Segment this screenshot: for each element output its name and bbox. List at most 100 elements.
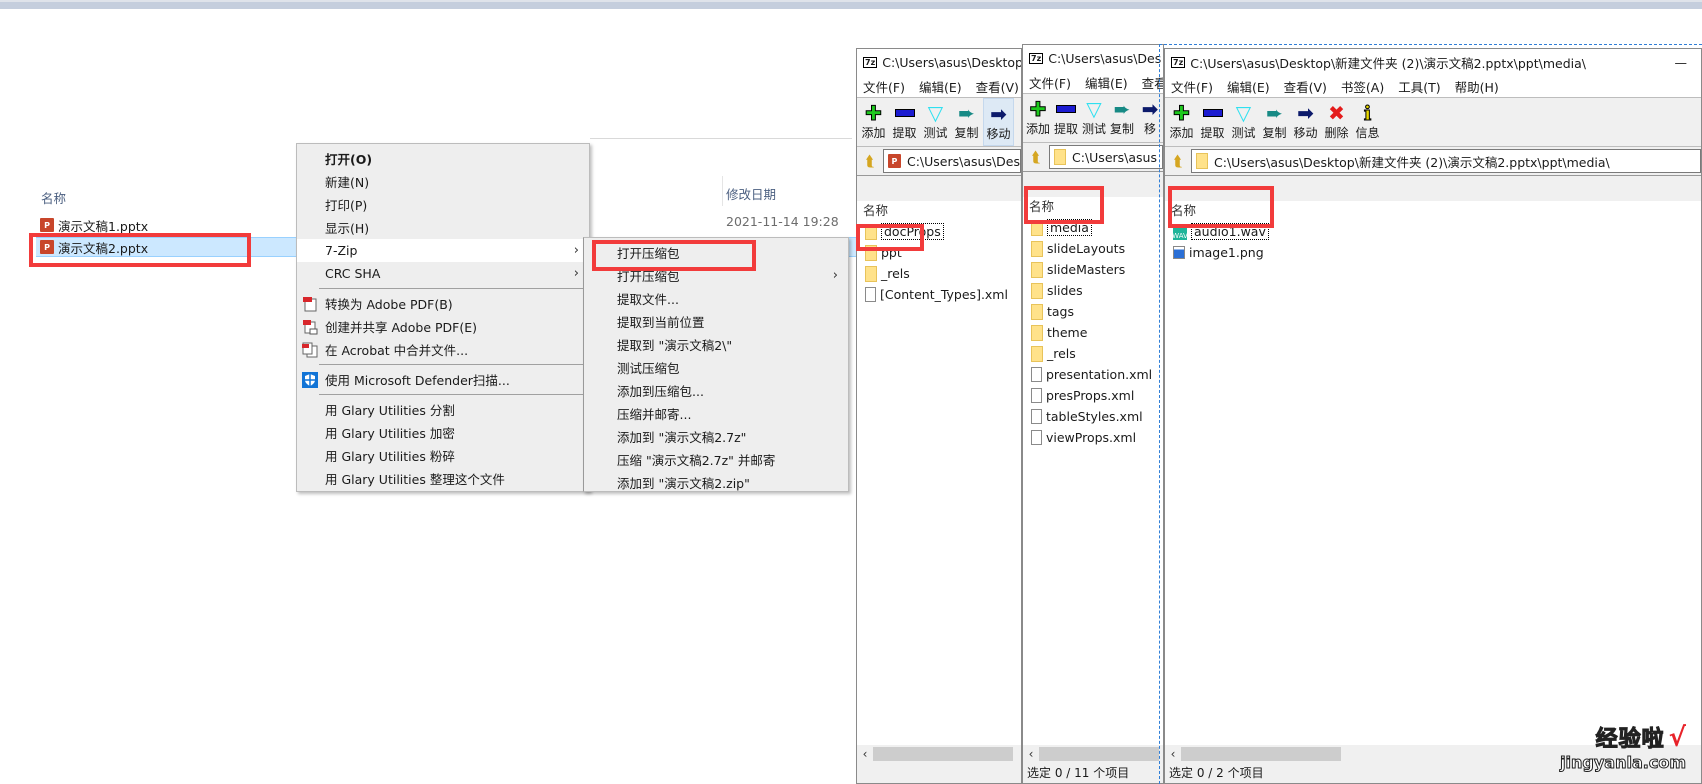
copy-button[interactable]: ➨ 复制 [1260, 98, 1289, 146]
menu-item-convert-pdf[interactable]: 转换为 Adobe PDF(B) [297, 292, 589, 315]
menu-item-share-pdf[interactable]: 创建并共享 Adobe PDF(E) [297, 315, 589, 338]
list-item[interactable]: presProps.xml [1023, 385, 1163, 406]
menu-bookmarks[interactable]: 书签(A) [1341, 77, 1384, 96]
window-title-bar[interactable]: 7z C:\Users\asus\Desktop [857, 49, 1021, 75]
minimize-button[interactable]: — [1675, 55, 1688, 70]
file-row[interactable]: P 演示文稿1.pptx [40, 215, 240, 235]
watermark-url: jingyanla.com [1560, 753, 1687, 773]
list-item[interactable]: tags [1023, 301, 1163, 322]
submenu-item-add-to-archive[interactable]: 添加到压缩包... [584, 379, 848, 402]
7zip-logo-icon: 7z [863, 56, 878, 68]
menu-item-glary-shred[interactable]: 用 Glary Utilities 粉碎 [297, 444, 589, 467]
info-button[interactable]: i 信息 [1353, 98, 1382, 146]
submenu-item-compress-email[interactable]: 压缩并邮寄... [584, 402, 848, 425]
list-item[interactable]: [Content_Types].xml [857, 284, 1021, 305]
menu-view[interactable]: 查看(V) [976, 77, 1019, 96]
folder-up-icon[interactable]: ⮬ [1027, 148, 1045, 166]
folder-up-icon[interactable]: ⮬ [861, 152, 879, 170]
list-item[interactable]: _rels [1023, 343, 1163, 364]
menu-view[interactable]: 查看(V) [1284, 77, 1327, 96]
menu-item-glary-defrag[interactable]: 用 Glary Utilities 整理这个文件 [297, 467, 589, 490]
menu-item-show[interactable]: 显示(H) [297, 216, 589, 239]
folder-up-icon[interactable]: ⮬ [1169, 152, 1187, 170]
window-title-bar[interactable]: 7z C:\Users\asus\Desktop\新建文件夹 (2)\演示文稿2.… [1165, 49, 1701, 75]
list-item[interactable]: _rels [857, 263, 1021, 284]
move-button[interactable]: ➡ 移动 [1291, 98, 1320, 146]
menu-item-glary-encrypt[interactable]: 用 Glary Utilities 加密 [297, 421, 589, 444]
test-button[interactable]: ▽ 测试 [1229, 98, 1258, 146]
column-header-name[interactable]: 名称 [41, 188, 66, 207]
move-arrow-icon: ➡ [1141, 97, 1159, 121]
list-item[interactable]: slides [1023, 280, 1163, 301]
menu-item-crc-sha[interactable]: CRC SHA › [297, 262, 589, 285]
menu-item-glary-split[interactable]: 用 Glary Utilities 分割 [297, 398, 589, 421]
list-item[interactable]: slideMasters [1023, 259, 1163, 280]
list-item[interactable]: viewProps.xml [1023, 427, 1163, 448]
delete-button[interactable]: ✖ 删除 [1322, 98, 1351, 146]
scroll-left-icon[interactable]: ‹ [1165, 747, 1181, 761]
item-name: slideMasters [1047, 262, 1126, 277]
test-button[interactable]: ▽ 测试 [921, 98, 950, 146]
scrollbar-thumb[interactable] [1181, 746, 1341, 761]
menu-file[interactable]: 文件(F) [1171, 77, 1213, 96]
menu-tools[interactable]: 工具(T) [1398, 77, 1440, 96]
acrobat-combine-icon [302, 342, 318, 358]
column-header-name[interactable]: 名称 [857, 201, 1021, 221]
extract-button[interactable]: 提取 [1198, 98, 1227, 146]
column-header-date[interactable]: 修改日期 [726, 184, 776, 203]
menu-edit[interactable]: 编辑(E) [1227, 77, 1270, 96]
window-title-bar[interactable]: 7z C:\Users\asus\Des [1023, 45, 1163, 71]
menu-file[interactable]: 文件(F) [1029, 73, 1071, 92]
menu-view[interactable]: 查看 [1142, 73, 1163, 92]
menu-label: 创建并共享 Adobe PDF(E) [325, 320, 477, 335]
menu-edit[interactable]: 编辑(E) [919, 77, 962, 96]
menu-item-open[interactable]: 打开(O) [297, 147, 589, 170]
menu-item-7zip[interactable]: 7-Zip › [297, 239, 589, 262]
chevron-right-icon: › [573, 243, 579, 258]
menu-file[interactable]: 文件(F) [863, 77, 905, 96]
item-name: [Content_Types].xml [880, 287, 1008, 302]
scroll-left-icon[interactable]: ‹ [1023, 747, 1039, 761]
submenu-item-extract-to-folder[interactable]: 提取到 "演示文稿2\" [584, 333, 848, 356]
submenu-item-add-7z[interactable]: 添加到 "演示文稿2.7z" [584, 425, 848, 448]
copy-button[interactable]: ➨ 复制 [952, 98, 981, 146]
7zip-window-media: 7z C:\Users\asus\Desktop\新建文件夹 (2)\演示文稿2.… [1164, 48, 1702, 784]
list-item[interactable]: presentation.xml [1023, 364, 1163, 385]
horizontal-scrollbar[interactable]: ‹ [1023, 745, 1163, 762]
extract-button[interactable]: 提取 [890, 98, 919, 146]
list-item[interactable]: tableStyles.xml [1023, 406, 1163, 427]
copy-button[interactable]: ➨ 复制 [1109, 94, 1135, 142]
scroll-left-icon[interactable]: ‹ [857, 747, 873, 761]
submenu-item-extract-files[interactable]: 提取文件... [584, 287, 848, 310]
menu-label: 用 Glary Utilities 粉碎 [325, 449, 455, 464]
test-button[interactable]: ▽ 测试 [1081, 94, 1107, 142]
tool-label: 移动 [1293, 126, 1318, 140]
move-button[interactable]: ➡ 移动 [983, 98, 1014, 146]
highlight-box [29, 233, 251, 267]
address-bar[interactable]: C:\Users\asus [1049, 145, 1163, 169]
menu-help[interactable]: 帮助(H) [1455, 77, 1499, 96]
menu-item-print[interactable]: 打印(P) [297, 193, 589, 216]
add-button[interactable]: ✚ 添加 [1025, 94, 1051, 142]
add-button[interactable]: ✚ 添加 [1167, 98, 1196, 146]
extract-button[interactable]: 提取 [1053, 94, 1079, 142]
menu-item-acrobat-combine[interactable]: 在 Acrobat 中合并文件... [297, 338, 589, 361]
scrollbar-thumb[interactable] [1039, 746, 1159, 761]
list-item[interactable]: image1.png [1165, 242, 1701, 263]
checkmark-icon: ▽ [1235, 101, 1252, 125]
submenu-item-extract-here[interactable]: 提取到当前位置 [584, 310, 848, 333]
submenu-item-add-zip[interactable]: 添加到 "演示文稿2.zip" [584, 471, 848, 494]
list-item[interactable]: theme [1023, 322, 1163, 343]
address-bar[interactable]: C:\Users\asus\Desktop\新建文件夹 (2)\演示文稿2.pp… [1191, 149, 1701, 173]
list-item[interactable]: slideLayouts [1023, 238, 1163, 259]
menu-item-defender[interactable]: 使用 Microsoft Defender扫描... [297, 368, 589, 391]
scrollbar-thumb[interactable] [873, 746, 1013, 761]
menu-item-new[interactable]: 新建(N) [297, 170, 589, 193]
menu-edit[interactable]: 编辑(E) [1085, 73, 1128, 92]
watermark-text: 经验啦 [1595, 727, 1665, 753]
address-bar[interactable]: P C:\Users\asus\Des [883, 149, 1021, 173]
add-button[interactable]: ✚ 添加 [859, 98, 888, 146]
submenu-item-test-archive[interactable]: 测试压缩包 [584, 356, 848, 379]
submenu-item-compress-7z-email[interactable]: 压缩 "演示文稿2.7z" 并邮寄 [584, 448, 848, 471]
horizontal-scrollbar[interactable]: ‹ [857, 745, 1021, 762]
